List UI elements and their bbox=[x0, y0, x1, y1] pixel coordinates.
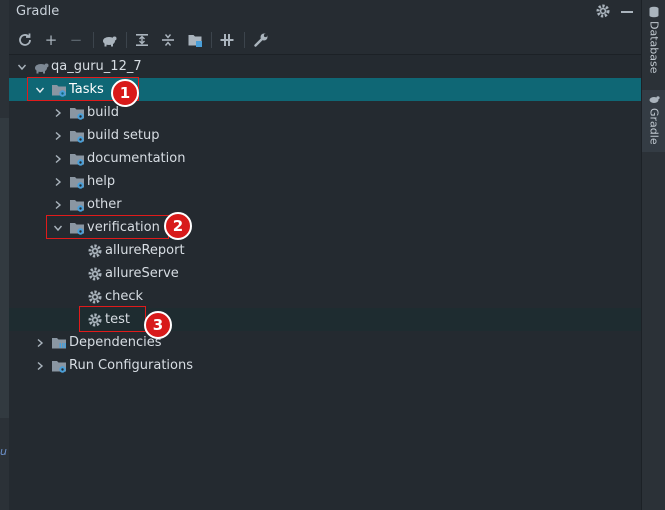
editor-edge-strip: u bbox=[0, 0, 9, 510]
settings-gear-icon[interactable] bbox=[595, 3, 611, 19]
right-tool-sidebar: Database Gradle bbox=[641, 0, 665, 510]
task-folder-icon bbox=[69, 128, 85, 144]
chevron-down-icon[interactable] bbox=[15, 60, 29, 74]
chevron-right-icon[interactable] bbox=[51, 106, 65, 120]
tree-row-task[interactable]: check bbox=[9, 285, 641, 308]
gear-icon bbox=[87, 266, 103, 282]
task-label: check bbox=[105, 289, 144, 304]
run-configurations-label: Run Configurations bbox=[69, 358, 193, 373]
add-icon[interactable]: + bbox=[41, 30, 61, 50]
collapse-all-icon[interactable] bbox=[158, 30, 178, 50]
task-folder-icon bbox=[51, 82, 67, 98]
chevron-right-icon[interactable] bbox=[33, 336, 47, 350]
annotation-badge: 3 bbox=[144, 311, 172, 339]
dependencies-label: Dependencies bbox=[69, 335, 162, 350]
tab-database-label: Database bbox=[647, 21, 661, 74]
chevron-right-icon[interactable] bbox=[33, 359, 47, 373]
tree-row-task-group[interactable]: help bbox=[9, 170, 641, 193]
tree-row-task-group[interactable]: build bbox=[9, 101, 641, 124]
task-group-label: documentation bbox=[87, 151, 186, 166]
tree-row-task[interactable]: allureReport bbox=[9, 239, 641, 262]
task-group-label: build setup bbox=[87, 128, 160, 143]
annotation-badge: 2 bbox=[164, 212, 192, 240]
editor-edge-highlight bbox=[0, 118, 9, 418]
tab-gradle[interactable]: Gradle bbox=[642, 90, 665, 152]
tab-database[interactable]: Database bbox=[642, 6, 665, 76]
tree-row-tasks[interactable]: Tasks bbox=[9, 78, 641, 101]
run-config-folder-icon bbox=[51, 358, 67, 374]
dependencies-folder-icon bbox=[51, 335, 67, 351]
task-folder-icon bbox=[69, 174, 85, 190]
gradle-toolbar: + − bbox=[9, 26, 641, 55]
gear-icon bbox=[87, 312, 103, 328]
task-group-label: help bbox=[87, 174, 116, 189]
editor-edge-text: u bbox=[0, 445, 7, 458]
chevron-right-icon[interactable] bbox=[51, 129, 65, 143]
chevron-down-icon[interactable] bbox=[51, 221, 65, 235]
chevron-right-icon[interactable] bbox=[51, 198, 65, 212]
task-group-label: other bbox=[87, 197, 122, 212]
task-folder-icon bbox=[69, 105, 85, 121]
reload-icon[interactable] bbox=[15, 30, 35, 50]
gradle-elephant-icon bbox=[649, 96, 660, 103]
tree-row-task-group[interactable]: other bbox=[9, 193, 641, 216]
gear-icon bbox=[87, 243, 103, 259]
expand-all-icon[interactable] bbox=[132, 30, 152, 50]
panel-title: Gradle bbox=[16, 4, 60, 19]
project-name: qa_guru_12_7 bbox=[51, 59, 142, 74]
chevron-right-icon[interactable] bbox=[51, 152, 65, 166]
chevron-right-icon[interactable] bbox=[51, 175, 65, 189]
toolbar-separator bbox=[244, 32, 245, 48]
toolbar-separator bbox=[126, 32, 127, 48]
gear-icon bbox=[87, 289, 103, 305]
tree-row-task-group[interactable]: documentation bbox=[9, 147, 641, 170]
task-folder-icon bbox=[69, 197, 85, 213]
annotation-badge: 1 bbox=[111, 79, 139, 107]
tree-row-task[interactable]: allureServe bbox=[9, 262, 641, 285]
tab-gradle-label: Gradle bbox=[647, 108, 661, 145]
toggle-offline-icon[interactable] bbox=[217, 30, 237, 50]
minimize-icon[interactable] bbox=[621, 11, 633, 13]
tree-row-task-group[interactable]: build setup bbox=[9, 124, 641, 147]
toolbar-separator bbox=[211, 32, 212, 48]
open-config-icon[interactable] bbox=[185, 30, 205, 50]
task-label: allureReport bbox=[105, 243, 185, 258]
tree-row-task-test[interactable]: test bbox=[9, 308, 641, 331]
verification-label: verification bbox=[87, 220, 160, 235]
tree-row-dependencies[interactable]: Dependencies bbox=[9, 331, 641, 354]
tasks-label: Tasks bbox=[69, 82, 104, 97]
task-folder-icon bbox=[69, 151, 85, 167]
task-group-label: build bbox=[87, 105, 119, 120]
task-label: allureServe bbox=[105, 266, 179, 281]
tree-row-run-configurations[interactable]: Run Configurations bbox=[9, 354, 641, 377]
tool-window-header: Gradle bbox=[9, 0, 641, 26]
database-icon bbox=[649, 6, 659, 18]
tree-row-project[interactable]: qa_guru_12_7 bbox=[9, 55, 641, 78]
task-folder-icon bbox=[69, 220, 85, 236]
gradle-elephant-icon bbox=[33, 59, 49, 75]
remove-icon[interactable]: − bbox=[66, 30, 86, 50]
run-task-icon[interactable] bbox=[99, 30, 119, 50]
tree-row-verification[interactable]: verification bbox=[9, 216, 641, 239]
settings-wrench-icon[interactable] bbox=[251, 30, 271, 50]
toolbar-separator bbox=[93, 32, 94, 48]
task-label: test bbox=[105, 312, 130, 327]
chevron-down-icon[interactable] bbox=[33, 83, 47, 97]
